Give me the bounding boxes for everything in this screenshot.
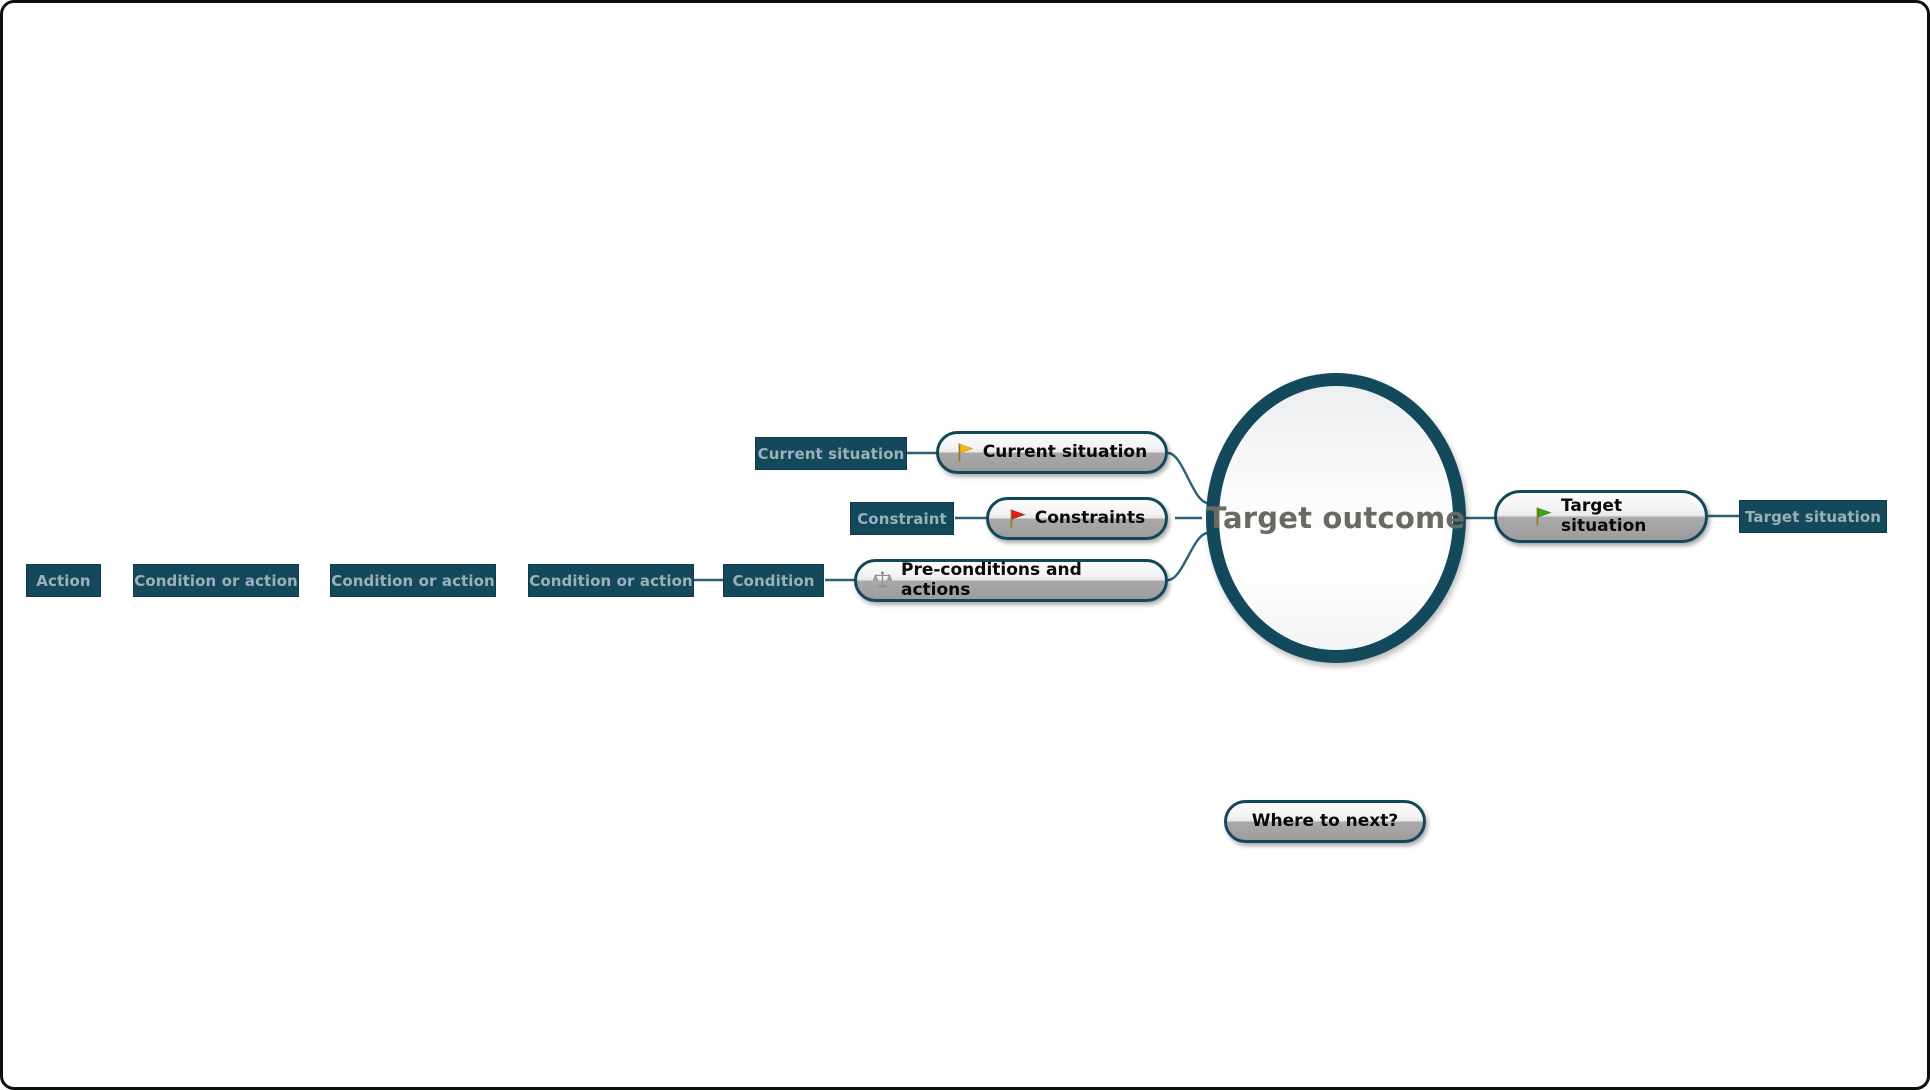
node-target-situation-label: Target situation	[1561, 495, 1647, 536]
leaf-current-situation[interactable]: Current situation	[755, 437, 907, 470]
connector-lines	[69, 451, 1740, 582]
flag-red-icon	[1009, 509, 1026, 528]
center-node-target-outcome[interactable]: Target outcome	[1206, 373, 1466, 663]
node-pre-conditions-and-actions-label: Pre-conditions and actions	[901, 559, 1082, 600]
center-node-label: Target outcome	[1206, 501, 1466, 535]
flag-green-icon	[1535, 507, 1552, 526]
node-where-to-next[interactable]: Where to next?	[1224, 800, 1426, 843]
leaf-target-situation-label: Target situation	[1744, 507, 1882, 526]
leaf-condition-or-action-3-label: Condition or action	[529, 571, 693, 590]
leaf-condition-or-action-3[interactable]: Condition or action	[528, 564, 694, 597]
leaf-condition-or-action-2-label: Condition or action	[331, 571, 495, 590]
leaf-condition-or-action-2[interactable]: Condition or action	[330, 564, 496, 597]
scales-icon	[872, 571, 893, 590]
leaf-action-label: Action	[36, 571, 91, 590]
leaf-action[interactable]: Action	[26, 564, 101, 597]
node-current-situation-label: Current situation	[982, 441, 1148, 462]
node-target-situation-line-2: situation	[1561, 515, 1647, 536]
leaf-current-situation-label: Current situation	[757, 444, 905, 463]
leaf-condition-label: Condition	[732, 571, 815, 590]
node-constraints[interactable]: Constraints	[986, 497, 1168, 540]
node-target-situation[interactable]: Target situation	[1494, 490, 1708, 543]
leaf-condition-or-action-1[interactable]: Condition or action	[133, 564, 299, 597]
leaf-target-situation[interactable]: Target situation	[1739, 500, 1887, 533]
node-target-situation-line-1: Target	[1561, 495, 1623, 516]
node-current-situation[interactable]: Current situation	[936, 431, 1168, 474]
node-pre-conditions-and-actions[interactable]: Pre-conditions and actions	[854, 559, 1168, 602]
node-constraints-label: Constraints	[1034, 507, 1146, 528]
node-where-to-next-label: Where to next?	[1251, 810, 1399, 831]
leaf-constraint-label: Constraint	[857, 509, 947, 528]
flag-yellow-icon	[957, 443, 974, 462]
leaf-condition[interactable]: Condition	[723, 564, 824, 597]
leaf-constraint[interactable]: Constraint	[850, 502, 954, 535]
mindmap-canvas: Target outcome Current situation Current…	[0, 0, 1930, 1090]
leaf-condition-or-action-1-label: Condition or action	[134, 571, 298, 590]
